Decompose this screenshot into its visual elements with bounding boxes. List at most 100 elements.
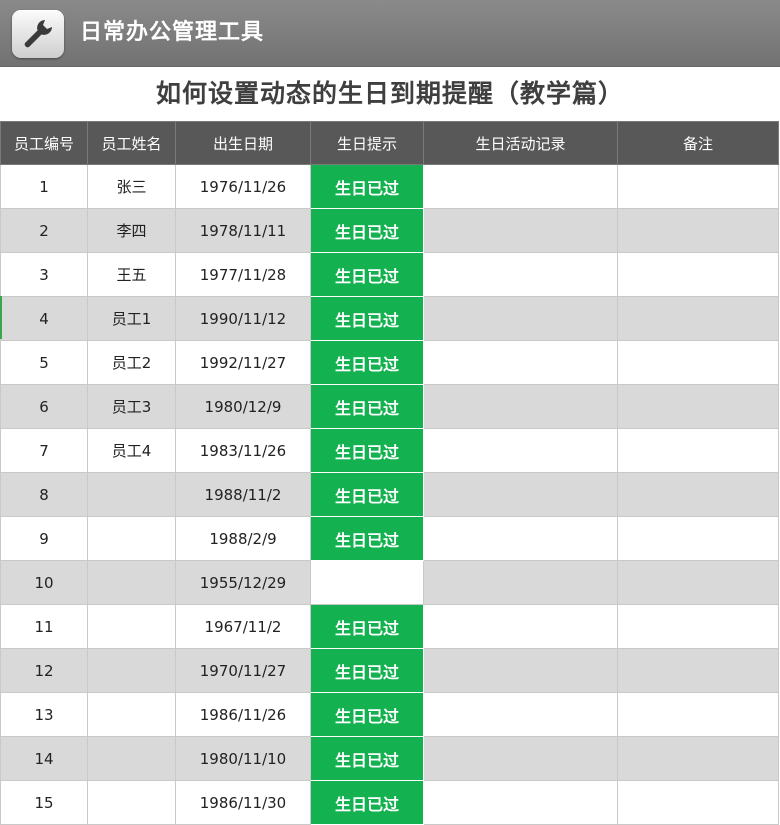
birthday-tip-cell[interactable]: 生日已过 (310, 252, 424, 297)
note-cell[interactable] (617, 164, 779, 209)
employee-name-cell[interactable] (87, 516, 176, 561)
note-cell[interactable] (617, 736, 779, 781)
note-cell[interactable] (617, 692, 779, 737)
birthday-tip-cell[interactable]: 生日已过 (310, 428, 424, 473)
activity-record-cell[interactable] (423, 516, 618, 561)
birthday-tip-cell[interactable]: 生日已过 (310, 648, 424, 693)
note-cell[interactable] (617, 604, 779, 649)
employee-id-cell[interactable]: 12 (0, 648, 88, 693)
column-header-employee-id[interactable]: 员工编号 (0, 121, 88, 165)
employee-id-cell[interactable]: 7 (0, 428, 88, 473)
birth-date-cell[interactable]: 1980/11/10 (175, 736, 311, 781)
birthday-tip-cell[interactable]: 生日已过 (310, 296, 424, 341)
birthday-tip-cell[interactable]: 生日已过 (310, 208, 424, 253)
employee-id-cell[interactable]: 14 (0, 736, 88, 781)
birth-date-cell[interactable]: 1978/11/11 (175, 208, 311, 253)
activity-record-cell[interactable] (423, 164, 618, 209)
birth-date-cell[interactable]: 1955/12/29 (175, 560, 311, 605)
note-cell[interactable] (617, 648, 779, 693)
note-cell[interactable] (617, 340, 779, 385)
activity-record-cell[interactable] (423, 208, 618, 253)
birthday-tip-cell[interactable]: 生日已过 (310, 164, 424, 209)
employee-name-cell[interactable] (87, 560, 176, 605)
employee-name-cell[interactable]: 员工2 (87, 340, 176, 385)
employee-name-cell[interactable] (87, 780, 176, 825)
birth-date-cell[interactable]: 1988/2/9 (175, 516, 311, 561)
birth-date-cell[interactable]: 1990/11/12 (175, 296, 311, 341)
employee-name-cell[interactable] (87, 648, 176, 693)
activity-record-cell[interactable] (423, 736, 618, 781)
employee-name-cell[interactable]: 员工4 (87, 428, 176, 473)
employee-name-cell[interactable]: 李四 (87, 208, 176, 253)
birth-date-cell[interactable]: 1988/11/2 (175, 472, 311, 517)
birth-date-cell[interactable]: 1977/11/28 (175, 252, 311, 297)
note-cell[interactable] (617, 560, 779, 605)
note-cell[interactable] (617, 296, 779, 341)
employee-id-cell[interactable]: 1 (0, 164, 88, 209)
birth-date-cell[interactable]: 1983/11/26 (175, 428, 311, 473)
birth-date-cell[interactable]: 1976/11/26 (175, 164, 311, 209)
birthday-tip-cell[interactable]: 生日已过 (310, 604, 424, 649)
employee-id-cell[interactable]: 2 (0, 208, 88, 253)
note-cell[interactable] (617, 428, 779, 473)
table-row: 14 1980/11/10 生日已过 (0, 736, 779, 781)
employee-id-cell[interactable]: 11 (0, 604, 88, 649)
activity-record-cell[interactable] (423, 648, 618, 693)
birthday-tip-cell[interactable]: 生日已过 (310, 736, 424, 781)
birthday-tip-cell[interactable]: 生日已过 (310, 384, 424, 429)
column-header-activity-record[interactable]: 生日活动记录 (423, 121, 618, 165)
birth-date-cell[interactable]: 1992/11/27 (175, 340, 311, 385)
employee-id-cell[interactable]: 15 (0, 780, 88, 825)
employee-id-cell[interactable]: 9 (0, 516, 88, 561)
column-header-note[interactable]: 备注 (617, 121, 779, 165)
employee-name-cell[interactable]: 张三 (87, 164, 176, 209)
table-row: 13 1986/11/26 生日已过 (0, 692, 779, 737)
note-cell[interactable] (617, 472, 779, 517)
employee-name-cell[interactable] (87, 736, 176, 781)
table-row: 5 员工2 1992/11/27 生日已过 (0, 340, 779, 385)
table-row: 12 1970/11/27 生日已过 (0, 648, 779, 693)
activity-record-cell[interactable] (423, 472, 618, 517)
note-cell[interactable] (617, 780, 779, 825)
note-cell[interactable] (617, 208, 779, 253)
activity-record-cell[interactable] (423, 296, 618, 341)
employee-name-cell[interactable] (87, 604, 176, 649)
employee-name-cell[interactable] (87, 472, 176, 517)
birthday-tip-cell[interactable]: 生日已过 (310, 340, 424, 385)
birth-date-cell[interactable]: 1967/11/2 (175, 604, 311, 649)
employee-name-cell[interactable]: 王五 (87, 252, 176, 297)
activity-record-cell[interactable] (423, 780, 618, 825)
birthday-tip-cell[interactable]: 生日已过 (310, 472, 424, 517)
birth-date-cell[interactable]: 1970/11/27 (175, 648, 311, 693)
activity-record-cell[interactable] (423, 604, 618, 649)
employee-id-cell[interactable]: 6 (0, 384, 88, 429)
column-header-birthday-tip[interactable]: 生日提示 (310, 121, 424, 165)
activity-record-cell[interactable] (423, 692, 618, 737)
birthday-tip-cell[interactable]: 生日已过 (310, 692, 424, 737)
employee-id-cell[interactable]: 13 (0, 692, 88, 737)
activity-record-cell[interactable] (423, 252, 618, 297)
employee-name-cell[interactable]: 员工1 (87, 296, 176, 341)
birth-date-cell[interactable]: 1986/11/26 (175, 692, 311, 737)
employee-name-cell[interactable] (87, 692, 176, 737)
birth-date-cell[interactable]: 1986/11/30 (175, 780, 311, 825)
column-header-birth-date[interactable]: 出生日期 (175, 121, 311, 165)
activity-record-cell[interactable] (423, 560, 618, 605)
column-header-employee-name[interactable]: 员工姓名 (87, 121, 176, 165)
employee-id-cell[interactable]: 10 (0, 560, 88, 605)
note-cell[interactable] (617, 384, 779, 429)
employee-id-cell[interactable]: 4 (0, 296, 88, 341)
employee-id-cell[interactable]: 8 (0, 472, 88, 517)
birthday-tip-cell[interactable] (310, 560, 424, 605)
birth-date-cell[interactable]: 1980/12/9 (175, 384, 311, 429)
birthday-tip-cell[interactable]: 生日已过 (310, 516, 424, 561)
birthday-tip-cell[interactable]: 生日已过 (310, 780, 424, 825)
employee-id-cell[interactable]: 3 (0, 252, 88, 297)
employee-id-cell[interactable]: 5 (0, 340, 88, 385)
activity-record-cell[interactable] (423, 340, 618, 385)
employee-name-cell[interactable]: 员工3 (87, 384, 176, 429)
activity-record-cell[interactable] (423, 384, 618, 429)
note-cell[interactable] (617, 252, 779, 297)
note-cell[interactable] (617, 516, 779, 561)
activity-record-cell[interactable] (423, 428, 618, 473)
